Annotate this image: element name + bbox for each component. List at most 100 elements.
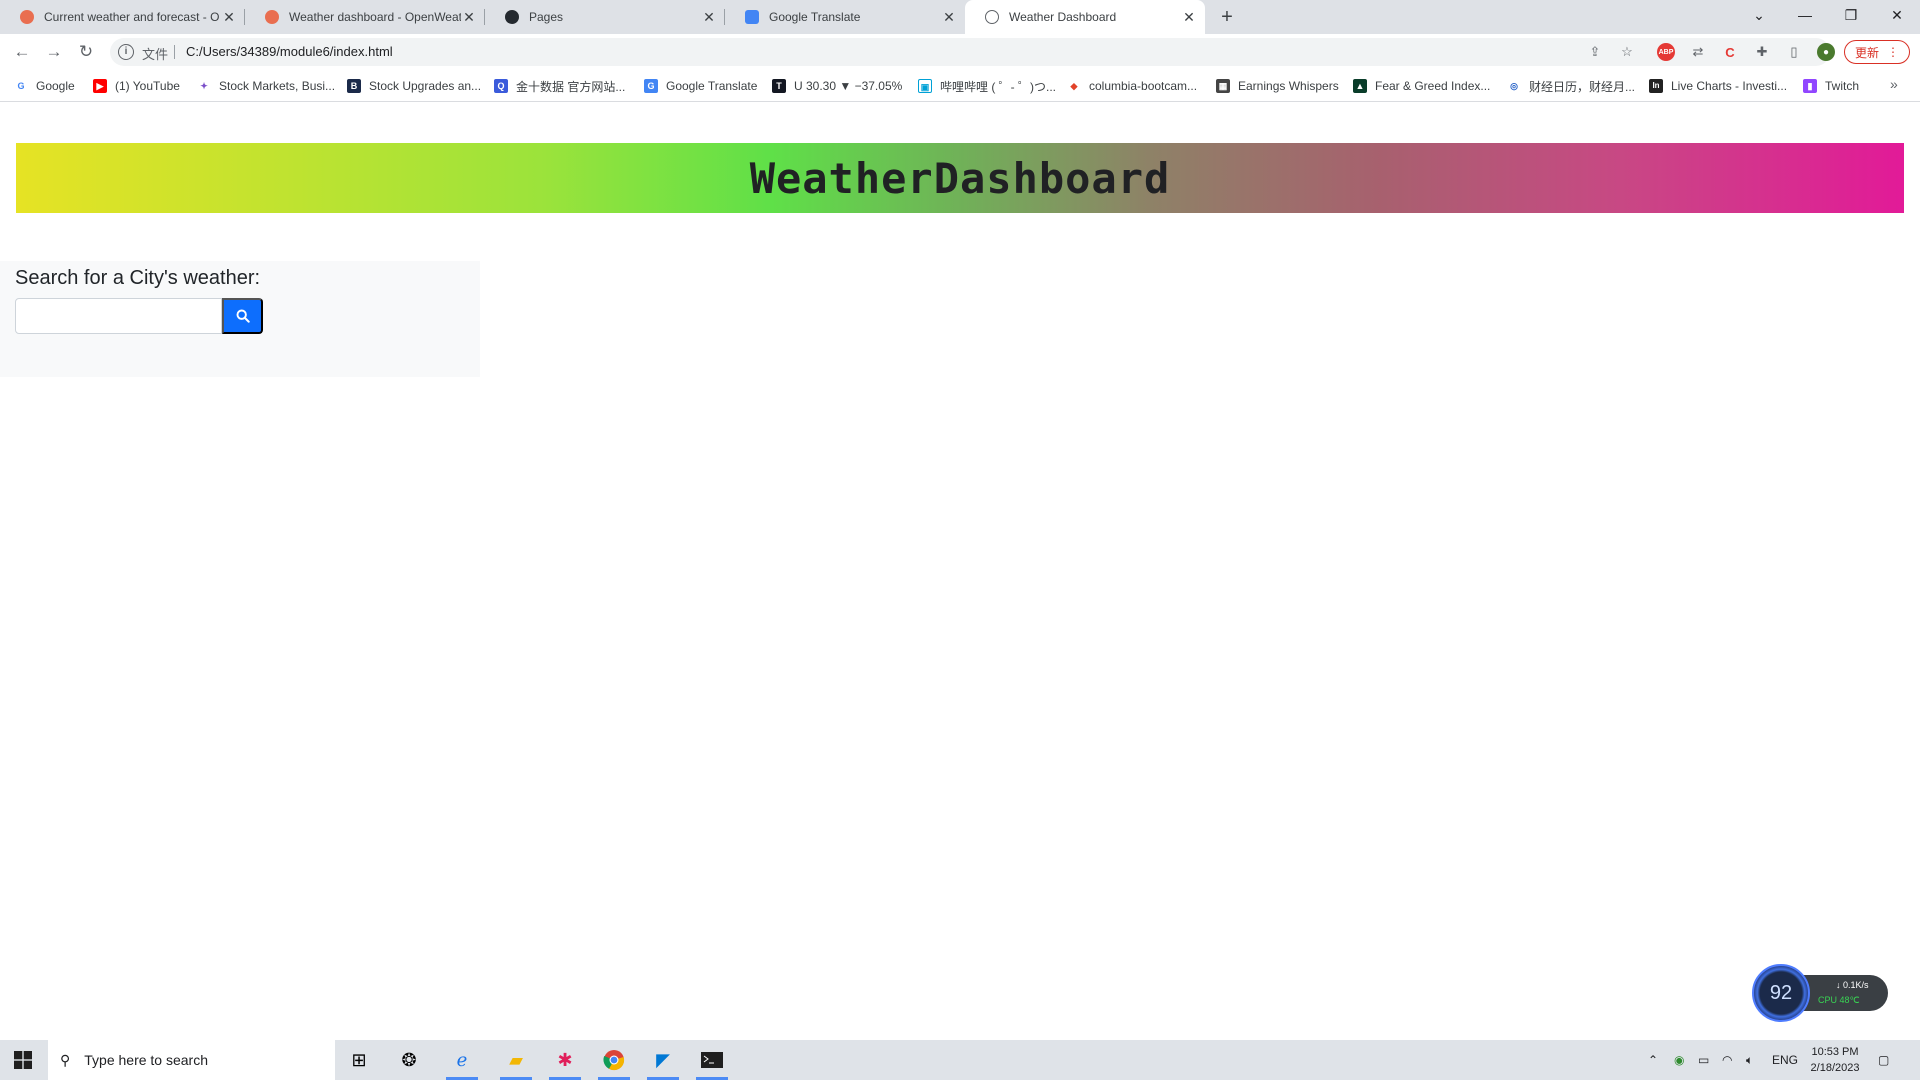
volume-icon[interactable]: 🔈︎ — [1746, 1040, 1753, 1080]
restore-icon[interactable]: ❐ — [1828, 0, 1874, 30]
tab-title: Weather dashboard - OpenWeat — [289, 10, 461, 24]
chrome-logo — [603, 1050, 625, 1071]
bookmark-earnings-whispers[interactable]: ▦ Earnings Whispers — [1216, 77, 1339, 95]
openweather-icon — [265, 10, 279, 24]
clock-date: 2/18/2023 — [1810, 1062, 1860, 1074]
share-icon[interactable]: ⇪ — [1586, 43, 1604, 61]
clock[interactable]: 10:53 PM 2/18/2023 — [1800, 1044, 1870, 1076]
bookmark-label: Live Charts - Investi... — [1671, 79, 1788, 93]
tradingview-icon: T — [772, 79, 786, 93]
benzinga-icon: B — [347, 79, 361, 93]
bookmark-investing[interactable]: In Live Charts - Investi... — [1649, 77, 1787, 95]
bookmark-gitlab[interactable]: ◆ columbia-bootcam... — [1067, 77, 1197, 95]
bookmark-google-translate[interactable]: G Google Translate — [644, 77, 757, 95]
file-explorer-icon[interactable]: ▰ — [492, 1040, 540, 1080]
tab-weather-dashboard-openweather[interactable]: Weather dashboard - OpenWeat ✕ — [245, 0, 485, 34]
translate-icon — [745, 10, 759, 24]
search-button[interactable] — [222, 298, 263, 334]
bookmark-fear-greed[interactable]: ▲ Fear & Greed Index... — [1353, 77, 1490, 95]
close-icon[interactable]: ✕ — [1181, 9, 1197, 26]
search-icon — [236, 309, 250, 323]
new-tab-button[interactable]: + — [1215, 5, 1239, 29]
clock-time: 10:53 PM — [1811, 1046, 1859, 1058]
bookmark-label: 财经日历，财经月... — [1529, 79, 1636, 94]
bookmark-google[interactable]: G Google — [14, 77, 75, 95]
page-content: WeatherDashboard Search for a City's wea… — [0, 103, 1920, 1040]
page-title: WeatherDashboard — [749, 153, 1171, 203]
wifi-icon[interactable]: ◠ — [1722, 1040, 1732, 1080]
extensions-puzzle-icon[interactable]: ✚ — [1753, 43, 1771, 61]
extension-c-icon[interactable]: C — [1721, 43, 1739, 61]
tray-security-icon[interactable]: ◉ — [1674, 1040, 1684, 1080]
bookmark-jin10[interactable]: Q 金十数据 官方网站... — [494, 77, 625, 95]
bookmark-label: Google — [36, 79, 75, 93]
bookmark-finance-calendar[interactable]: ◎ 财经日历，财经月... — [1507, 77, 1635, 95]
bookmark-label: 哔哩哔哩 ( ゜- ゜)つ... — [940, 79, 1056, 94]
bookmarks-overflow-icon[interactable]: » — [1890, 76, 1898, 92]
browser-toolbar: ← → ↻ i 文件 C:/Users/34389/module6/index.… — [0, 34, 1920, 70]
investing-icon: In — [1649, 79, 1663, 93]
bookmark-label: Stock Markets, Busi... — [219, 79, 336, 93]
forward-icon[interactable]: → — [40, 38, 68, 66]
bookmark-bilibili[interactable]: ▣ 哔哩哔哩 ( ゜- ゜)つ... — [918, 77, 1056, 95]
vscode-icon[interactable]: ◤ — [639, 1040, 687, 1080]
notifications-icon[interactable]: ▢ — [1878, 1040, 1889, 1080]
earnings-icon: ▦ — [1216, 79, 1230, 93]
language-indicator[interactable]: ENG — [1772, 1040, 1798, 1080]
bookmark-youtube[interactable]: ▶ (1) YouTube — [93, 77, 180, 95]
windows-taskbar: ⚲ Type here to search ⊞ ❂ ℯ ▰ ✱ ◤ ⌃ ◉ ▭ … — [0, 1040, 1920, 1080]
jin10-icon: Q — [494, 79, 508, 93]
adblock-icon[interactable]: ABP — [1657, 43, 1675, 61]
bookmark-label: Twitch — [1825, 79, 1860, 93]
tab-search-icon[interactable]: ⌄ — [1736, 0, 1782, 30]
bookmark-label: U 30.30 ▼ −37.05% — [794, 79, 903, 93]
close-icon[interactable]: ✕ — [941, 9, 957, 26]
tray-overflow-icon[interactable]: ⌃ — [1648, 1040, 1658, 1080]
task-view-icon[interactable]: ⊞ — [335, 1040, 383, 1080]
terminal-icon[interactable] — [688, 1040, 736, 1080]
address-url[interactable]: C:/Users/34389/module6/index.html — [186, 44, 393, 59]
extension-sync-icon[interactable]: ⇄ — [1689, 43, 1707, 61]
minimize-icon[interactable]: — — [1782, 0, 1828, 30]
internet-explorer-icon[interactable]: ℯ — [438, 1040, 486, 1080]
info-icon[interactable]: i — [118, 44, 134, 60]
widget-score-ring: 92 — [1752, 964, 1810, 1022]
system-monitor-widget[interactable]: 92 ↓ 0.1K/s CPU 48℃ — [1752, 960, 1892, 1022]
tab-pages[interactable]: Pages ✕ — [485, 0, 725, 34]
bookmark-label: Stock Upgrades an... — [369, 79, 482, 93]
slack-icon[interactable]: ✱ — [541, 1040, 589, 1080]
github-icon — [505, 10, 519, 24]
side-panel-icon[interactable]: ▯ — [1785, 43, 1803, 61]
back-icon[interactable]: ← — [8, 38, 36, 66]
bookmark-label: Earnings Whispers — [1238, 79, 1339, 93]
close-icon[interactable]: ✕ — [701, 9, 717, 26]
youtube-icon: ▶ — [93, 79, 107, 93]
window-close-icon[interactable]: ✕ — [1874, 0, 1920, 30]
bookmark-tradingview[interactable]: T U 30.30 ▼ −37.05% — [772, 77, 902, 95]
tab-google-translate[interactable]: Google Translate ✕ — [725, 0, 965, 34]
update-button[interactable]: 更新 ⋮ — [1844, 40, 1910, 64]
start-button[interactable] — [0, 1040, 46, 1080]
bookmark-benzinga[interactable]: B Stock Upgrades an... — [347, 77, 481, 95]
battery-icon[interactable]: ▭ — [1698, 1040, 1709, 1080]
close-icon[interactable]: ✕ — [221, 9, 237, 26]
city-search-input[interactable] — [15, 298, 222, 334]
tab-weather-dashboard[interactable]: Weather Dashboard ✕ — [965, 0, 1205, 34]
bookmark-cnbc[interactable]: ✦ Stock Markets, Busi... — [197, 77, 335, 95]
close-icon[interactable]: ✕ — [461, 9, 477, 26]
bookmark-star-icon[interactable]: ☆ — [1618, 43, 1636, 61]
bookmark-twitch[interactable]: ▮ Twitch — [1803, 77, 1859, 95]
update-label: 更新 — [1854, 45, 1879, 60]
cnbc-icon: ✦ — [197, 79, 211, 93]
search-label: Search for a City's weather: — [15, 267, 261, 289]
address-bar[interactable]: i 文件 C:/Users/34389/module6/index.html ⇪… — [110, 38, 1830, 66]
more-menu-icon: ⋮ — [1887, 45, 1899, 59]
address-divider — [174, 45, 175, 59]
app-icon-s[interactable]: ❂ — [385, 1040, 433, 1080]
reload-icon[interactable]: ↻ — [72, 38, 100, 66]
profile-avatar[interactable]: ● — [1817, 43, 1835, 61]
tab-current-weather[interactable]: Current weather and forecast - O ✕ — [0, 0, 245, 34]
chrome-icon[interactable] — [590, 1040, 638, 1080]
dashboard-header: WeatherDashboard — [16, 143, 1904, 213]
taskbar-search-box[interactable]: ⚲ Type here to search — [48, 1040, 335, 1080]
